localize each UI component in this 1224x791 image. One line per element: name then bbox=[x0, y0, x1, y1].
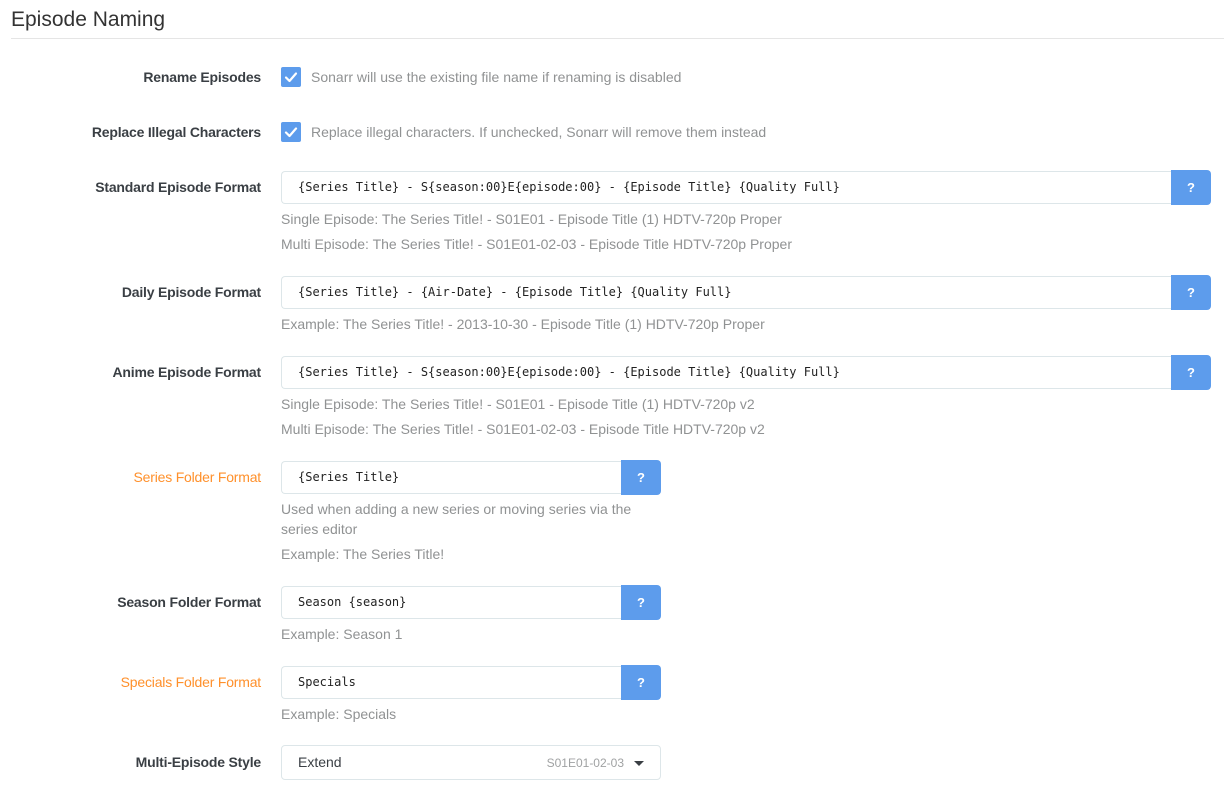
anime-format-input[interactable]: {Series Title} - S{season:00}E{episode:0… bbox=[281, 356, 1171, 389]
season-folder-example: Example: Season 1 bbox=[281, 626, 403, 642]
daily-format-example: Example: The Series Title! - 2013-10-30 … bbox=[281, 316, 765, 332]
series-folder-help-line1: Used when adding a new series or moving … bbox=[281, 501, 632, 517]
rename-episodes-label: Rename Episodes bbox=[143, 69, 261, 85]
multi-episode-style-hint: S01E01-02-03 bbox=[546, 756, 624, 770]
series-folder-help-line2: series editor bbox=[281, 521, 358, 537]
section-divider bbox=[11, 38, 1224, 39]
replace-illegal-help: Replace illegal characters. If unchecked… bbox=[311, 124, 767, 140]
specials-folder-label: Specials Folder Format bbox=[120, 674, 262, 690]
standard-format-input[interactable]: {Series Title} - S{season:00}E{episode:0… bbox=[281, 171, 1171, 204]
section-title: Episode Naming bbox=[11, 8, 166, 31]
series-folder-help-button[interactable]: ? bbox=[621, 460, 661, 495]
series-folder-label: Series Folder Format bbox=[133, 469, 262, 485]
standard-format-single-example: Single Episode: The Series Title! - S01E… bbox=[281, 211, 782, 227]
specials-folder-help-button[interactable]: ? bbox=[621, 665, 661, 700]
rename-episodes-help: Sonarr will use the existing file name i… bbox=[311, 69, 682, 85]
multi-episode-style-select[interactable]: Extend S01E01-02-03 bbox=[281, 745, 661, 780]
multi-episode-style-label: Multi-Episode Style bbox=[135, 754, 262, 770]
replace-illegal-label: Replace Illegal Characters bbox=[91, 124, 261, 140]
daily-format-label: Daily Episode Format bbox=[121, 284, 261, 300]
checkmark-icon bbox=[284, 127, 298, 138]
season-folder-help-button[interactable]: ? bbox=[621, 585, 661, 620]
season-folder-input[interactable]: Season {season} bbox=[281, 586, 621, 619]
caret-down-icon bbox=[634, 761, 644, 766]
season-folder-label: Season Folder Format bbox=[117, 594, 261, 610]
series-folder-example: Example: The Series Title! bbox=[281, 546, 445, 562]
standard-format-multi-example: Multi Episode: The Series Title! - S01E0… bbox=[281, 236, 792, 252]
anime-format-single-example: Single Episode: The Series Title! - S01E… bbox=[281, 396, 755, 412]
series-folder-input[interactable]: {Series Title} bbox=[281, 461, 621, 494]
anime-format-multi-example: Multi Episode: The Series Title! - S01E0… bbox=[281, 421, 765, 437]
anime-format-help-button[interactable]: ? bbox=[1171, 355, 1211, 390]
standard-format-label: Standard Episode Format bbox=[95, 179, 261, 195]
specials-folder-example: Example: Specials bbox=[281, 706, 397, 722]
anime-format-label: Anime Episode Format bbox=[112, 364, 262, 380]
specials-folder-input[interactable]: Specials bbox=[281, 666, 621, 699]
replace-illegal-checkbox[interactable] bbox=[281, 122, 301, 142]
multi-episode-style-value: Extend bbox=[298, 754, 342, 770]
daily-format-input[interactable]: {Series Title} - {Air-Date} - {Episode T… bbox=[281, 276, 1171, 309]
rename-episodes-checkbox[interactable] bbox=[281, 67, 301, 87]
daily-format-help-button[interactable]: ? bbox=[1171, 275, 1211, 310]
standard-format-help-button[interactable]: ? bbox=[1171, 170, 1211, 205]
checkmark-icon bbox=[284, 72, 298, 83]
